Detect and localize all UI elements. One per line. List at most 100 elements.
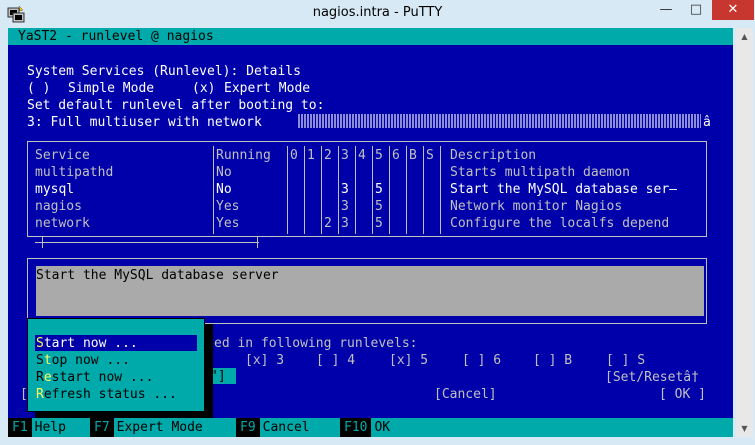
window-frame-left — [0, 28, 8, 437]
column-rl4[interactable]: 4 — [358, 147, 366, 164]
menu-item-prefix: S — [36, 353, 44, 368]
menu-item-label: op now ... — [51, 353, 130, 368]
table-divider — [338, 146, 339, 234]
menu-hotkey: R — [36, 387, 44, 402]
row-rl3: 3 — [341, 182, 349, 197]
menu-item-start-now[interactable]: Start now ... — [36, 335, 138, 352]
table-divider — [423, 146, 424, 234]
combobox-arrow-icon[interactable]: â — [703, 114, 711, 131]
row-running: Yes — [216, 216, 240, 231]
f1-help-button[interactable]: F1 Help — [8, 418, 66, 437]
yast-header-title: YaST2 - runlevel @ nagios — [18, 29, 214, 44]
fkey-label: Help — [34, 420, 66, 435]
table-divider — [372, 146, 373, 234]
table-divider — [287, 146, 288, 234]
row-rl3: 3 — [341, 199, 349, 214]
row-description: Start the MySQL database ser— — [450, 182, 677, 197]
default-runlevel-label: Set default runlevel after booting to: — [27, 98, 325, 113]
fkey-key: F9 — [236, 418, 260, 437]
function-key-bar: F1 Help F7 Expert Mode F9 Cancel F10 OK — [8, 418, 733, 437]
expert-mode-radio[interactable]: (x) — [192, 80, 215, 97]
column-running[interactable]: Running — [216, 147, 271, 164]
scroll-down-icon[interactable]: ▼ — [736, 420, 753, 437]
runlevel-S-checkbox[interactable]: [ ] S — [606, 352, 645, 369]
row-description: Network monitor Nagios — [450, 199, 623, 214]
runlevel-B-checkbox[interactable]: [ ] B — [533, 352, 572, 369]
fkey-label: OK — [374, 420, 391, 435]
table-divider — [406, 146, 407, 234]
start-stop-popup-menu[interactable]: Start now ... Stop now ... Restart now .… — [27, 318, 205, 412]
column-rl3[interactable]: 3 — [341, 147, 349, 164]
menu-item-stop-now[interactable]: Stop now ... — [36, 352, 130, 369]
table-row-selected[interactable]: mysql — [35, 181, 74, 198]
table-divider — [304, 146, 305, 234]
yast-header-bar: YaST2 - runlevel @ nagios — [8, 28, 733, 45]
menu-item-refresh-status[interactable]: Refresh status ... — [36, 386, 177, 403]
scroll-up-icon[interactable]: ▲ — [736, 28, 753, 45]
runlevel-3-checkbox[interactable]: [x] 3 — [245, 352, 284, 369]
f10-ok-button[interactable]: F10 OK — [340, 418, 390, 437]
minimize-button[interactable]: — — [652, 0, 680, 20]
table-row[interactable]: network — [35, 215, 90, 232]
row-rl5: 5 — [375, 182, 383, 197]
fkey-label: Cancel — [262, 420, 310, 435]
menu-item-prefix: R — [36, 370, 44, 385]
table-hscroll[interactable] — [35, 242, 259, 243]
runlevel-4-checkbox[interactable]: [ ] 4 — [316, 352, 355, 369]
column-rl6[interactable]: 6 — [392, 147, 400, 164]
table-divider — [321, 146, 322, 234]
f7-expert-mode-button[interactable]: F7 Expert Mode — [90, 418, 203, 437]
maximize-button[interactable]: □ — [682, 0, 710, 20]
column-rl2[interactable]: 2 — [324, 147, 332, 164]
close-button[interactable]: ✕ — [712, 0, 754, 20]
menu-item-restart-now[interactable]: Restart now ... — [36, 369, 153, 386]
expert-mode-label[interactable]: Expert Mode — [224, 80, 310, 97]
column-rlS[interactable]: S — [426, 147, 434, 164]
description-text: Start the MySQL database server — [36, 268, 279, 283]
row-description: Starts multipath daemon — [450, 165, 631, 180]
row-running: Yes — [216, 199, 240, 214]
table-row[interactable]: multipathd — [35, 164, 113, 181]
row-rl3: 3 — [341, 216, 349, 231]
row-running: No — [216, 165, 232, 180]
f9-cancel-button[interactable]: F9 Cancel — [236, 418, 310, 437]
table-row[interactable]: nagios — [35, 198, 82, 215]
runlevels-label: ed in following runlevels: — [214, 336, 418, 351]
terminal-screen[interactable]: YaST2 - runlevel @ nagios System Service… — [8, 28, 733, 437]
table-divider — [213, 146, 214, 234]
table-divider — [440, 146, 441, 234]
simple-mode-label[interactable]: Simple Mode — [68, 80, 154, 97]
description-textarea[interactable]: Start the MySQL database server — [36, 266, 704, 316]
runlevel-5-checkbox[interactable]: [x] 5 — [389, 352, 428, 369]
window-titlebar[interactable]: nagios.intra - PuTTY — □ ✕ — [0, 0, 755, 28]
terminal-scrollbar[interactable]: ▲ ▼ — [736, 28, 753, 437]
default-runlevel-track[interactable] — [298, 114, 701, 128]
column-rl1[interactable]: 1 — [307, 147, 315, 164]
column-service[interactable]: Service — [35, 147, 90, 164]
column-rl5[interactable]: 5 — [375, 147, 383, 164]
table-hscroll-end — [257, 236, 258, 248]
cancel-button[interactable]: [Cancel] — [434, 386, 497, 403]
fkey-label: Expert Mode — [116, 420, 203, 435]
menu-item-label: start now ... — [51, 370, 154, 385]
default-runlevel-combobox[interactable]: 3: Full multiuser with network — [27, 114, 262, 131]
row-rl5: 5 — [375, 216, 383, 231]
window-frame-bottom — [0, 437, 755, 445]
simple-mode-radio[interactable]: ( ) — [27, 80, 50, 97]
menu-hotkey: t — [43, 353, 52, 368]
row-rl2: 2 — [324, 216, 332, 231]
ok-button[interactable]: [ OK ] — [659, 386, 706, 403]
runlevel-6-checkbox[interactable]: [ ] 6 — [462, 352, 501, 369]
menu-hotkey: e — [43, 370, 52, 385]
menu-item-label: tart now ... — [43, 336, 138, 351]
table-divider — [355, 146, 356, 234]
set-reset-button[interactable]: [Set/Resetâ† — [605, 369, 699, 386]
menu-item-label: efresh status ... — [43, 387, 177, 402]
column-rl0[interactable]: 0 — [290, 147, 298, 164]
table-hscroll-end — [42, 236, 43, 248]
fkey-key: F7 — [90, 418, 114, 437]
column-description[interactable]: Description — [450, 147, 536, 164]
column-rlB[interactable]: B — [409, 147, 417, 164]
fkey-key: F1 — [8, 418, 32, 437]
menu-hotkey: S — [36, 336, 44, 351]
